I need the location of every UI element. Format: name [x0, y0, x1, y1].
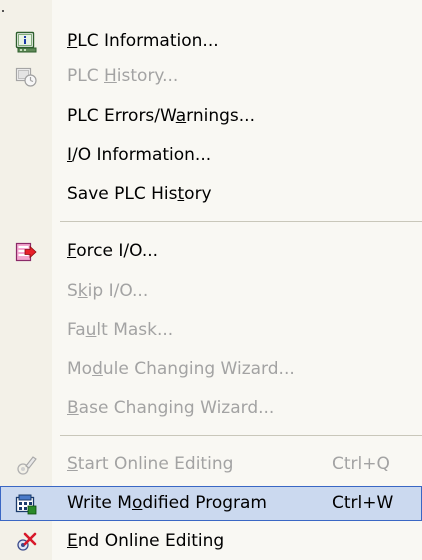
- menu-separator: [60, 221, 422, 222]
- menu-item-shortcut: Ctrl+W: [332, 493, 394, 513]
- menu-item-plc-history[interactable]: PLC History...: [0, 59, 422, 94]
- menu-item-label: I/O Information...: [67, 145, 212, 165]
- menu-item-end-online-editing[interactable]: End Online Editing: [0, 524, 422, 559]
- plc-info-icon: [15, 31, 37, 53]
- context-menu: PLC Information... PLC History... PLC Er…: [0, 0, 422, 560]
- menu-item-label: PLC Errors/Warnings...: [67, 106, 255, 126]
- menu-item-fault-mask[interactable]: Fault Mask...: [0, 313, 422, 348]
- menu-separator: [60, 435, 422, 436]
- end-online-editing-icon: [15, 531, 37, 553]
- menu-item-label: Module Changing Wizard...: [67, 359, 295, 379]
- menu-item-label: Skip I/O...: [67, 281, 149, 301]
- force-io-icon: [15, 241, 37, 263]
- menu-item-force-io[interactable]: Force I/O...: [0, 234, 422, 269]
- corner-dot: [2, 10, 4, 12]
- menu-item-io-information[interactable]: I/O Information...: [0, 138, 422, 173]
- menu-item-label: PLC History...: [67, 66, 179, 86]
- menu-item-label: Write Modified Program: [67, 493, 267, 513]
- menu-item-shortcut: Ctrl+Q: [332, 454, 390, 474]
- menu-item-save-plc-history[interactable]: Save PLC History: [0, 177, 422, 212]
- menu-item-label: End Online Editing: [67, 531, 225, 551]
- menu-item-label: PLC Information...: [67, 31, 219, 51]
- menu-item-write-modified-program[interactable]: Write Modified Program Ctrl+W: [0, 486, 422, 521]
- menu-item-skip-io[interactable]: Skip I/O...: [0, 274, 422, 309]
- menu-item-base-changing-wizard[interactable]: Base Changing Wizard...: [0, 391, 422, 426]
- write-modified-program-icon: [15, 493, 37, 515]
- menu-item-plc-errors-warnings[interactable]: PLC Errors/Warnings...: [0, 99, 422, 134]
- menu-item-label: Force I/O...: [67, 241, 159, 261]
- menu-item-label: Base Changing Wizard...: [67, 398, 275, 418]
- menu-item-label: Fault Mask...: [67, 320, 174, 340]
- menu-item-plc-information[interactable]: PLC Information...: [0, 24, 422, 59]
- plc-history-icon: [15, 66, 37, 88]
- menu-item-label: Save PLC History: [67, 184, 212, 204]
- start-online-editing-icon: [15, 454, 37, 476]
- menu-item-start-online-editing[interactable]: Start Online Editing Ctrl+Q: [0, 447, 422, 482]
- menu-item-label: Start Online Editing: [67, 454, 234, 474]
- menu-item-module-changing-wizard[interactable]: Module Changing Wizard...: [0, 352, 422, 387]
